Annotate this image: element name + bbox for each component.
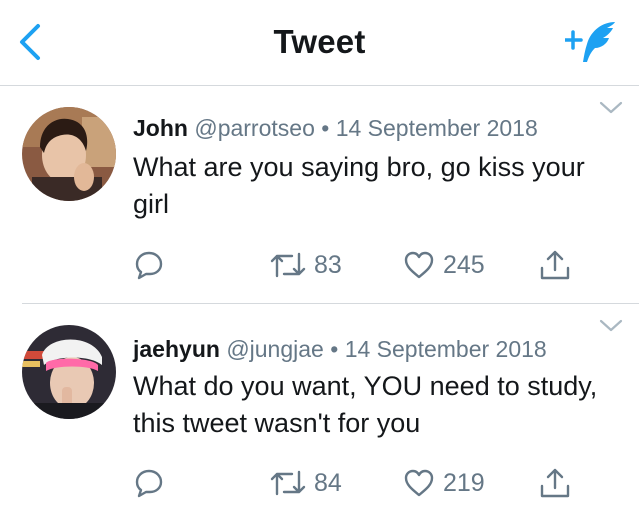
heart-icon (404, 469, 434, 497)
tweet-menu-button[interactable] (597, 315, 625, 337)
tweet-text: What do you want, YOU need to study, thi… (133, 371, 598, 438)
share-icon (540, 250, 570, 280)
tweet-actions: 83 245 (0, 245, 639, 285)
share-button[interactable] (538, 245, 572, 285)
tweet-divider (22, 303, 639, 304)
tweet-text: What are you saying bro, go kiss your gi… (133, 152, 585, 219)
retweet-count: 83 (314, 250, 342, 279)
chevron-down-icon (599, 101, 623, 114)
like-count: 219 (443, 468, 485, 497)
tweet-header: jaehyun @jungjae • 14 September 2018 (133, 335, 547, 363)
meta-separator: • (321, 115, 330, 141)
avatar[interactable] (22, 325, 116, 419)
tweet-header: John @parrotseo • 14 September 2018 (133, 114, 538, 142)
tweet-actions: 84 219 (0, 463, 639, 503)
display-name[interactable]: John (133, 115, 188, 141)
share-icon (540, 468, 570, 498)
retweet-button[interactable]: 83 (270, 245, 342, 285)
page-title: Tweet (273, 23, 366, 60)
share-button[interactable] (538, 463, 572, 503)
compose-tweet-icon (563, 22, 615, 62)
tweet-menu-button[interactable] (597, 97, 625, 119)
tweet-item[interactable]: jaehyun @jungjae • 14 September 2018 Wha… (0, 305, 639, 513)
heart-icon (404, 251, 434, 279)
tweet-page: Tweet John @parrotseo • 14 September 201… (0, 0, 639, 513)
reply-button[interactable] (134, 245, 164, 285)
retweet-count: 84 (314, 468, 342, 497)
username[interactable]: @parrotseo (194, 115, 315, 141)
tweet-item[interactable]: John @parrotseo • 14 September 2018 What… (0, 87, 639, 303)
reply-icon (135, 251, 163, 280)
display-name[interactable]: jaehyun (133, 336, 220, 362)
retweet-button[interactable]: 84 (270, 463, 342, 503)
reply-icon (135, 469, 163, 498)
meta-separator: • (330, 336, 339, 362)
reply-button[interactable] (134, 463, 164, 503)
like-button[interactable]: 219 (403, 463, 485, 503)
chevron-down-icon (599, 319, 623, 332)
like-button[interactable]: 245 (403, 245, 485, 285)
retweet-icon (270, 470, 306, 496)
compose-tweet-button[interactable] (563, 18, 617, 64)
retweet-icon (270, 252, 306, 278)
tweet-date: 14 September 2018 (344, 336, 547, 362)
like-count: 245 (443, 250, 485, 279)
tweet-date: 14 September 2018 (335, 115, 538, 141)
avatar[interactable] (22, 107, 116, 201)
username[interactable]: @jungjae (226, 336, 324, 362)
top-bar: Tweet (0, 0, 639, 86)
